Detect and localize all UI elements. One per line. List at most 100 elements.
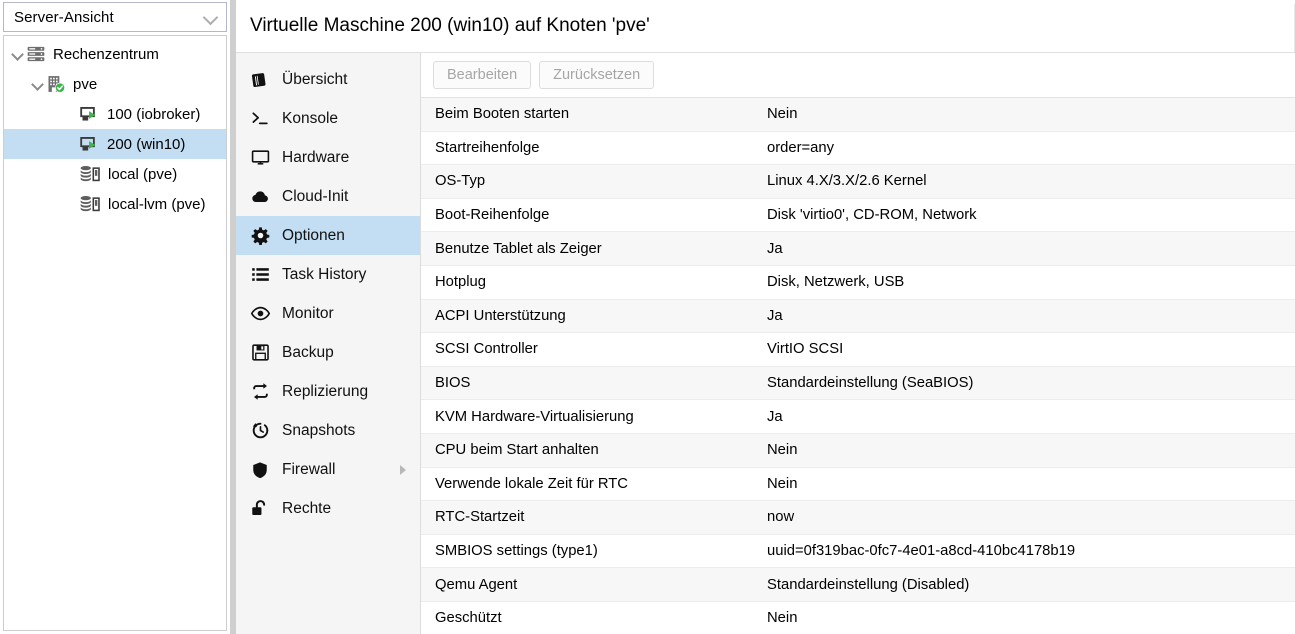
view-selector-label: Server-Ansicht — [14, 8, 114, 26]
tree-expand-icon[interactable] — [10, 46, 26, 62]
option-key: Beim Booten starten — [435, 106, 570, 123]
tree-item-label: local-lvm (pve) — [108, 195, 206, 213]
tree-item-pve[interactable]: pve — [4, 69, 226, 99]
table-row[interactable]: ACPI Unterstützung Ja — [421, 299, 1295, 334]
nav-item-label: Replizierung — [282, 382, 369, 400]
option-key: Hotplug — [435, 274, 487, 291]
nav-item-label: Konsole — [282, 109, 339, 127]
option-value: Ja — [767, 408, 783, 425]
gear-icon — [249, 226, 271, 245]
option-value: Ja — [767, 307, 783, 324]
table-row[interactable]: OS-Typ Linux 4.X/3.X/2.6 Kernel — [421, 165, 1295, 199]
option-key: SCSI Controller — [435, 341, 538, 358]
table-row[interactable]: RTC-Startzeit now — [421, 501, 1295, 535]
option-value: Nein — [767, 106, 798, 123]
panel-body: Übersicht Konsole Hardware Cloud-Init Option… — [236, 53, 1295, 634]
nav-item-label: Übersicht — [282, 70, 348, 88]
option-key: ACPI Unterstützung — [435, 307, 566, 324]
nav-item-task-history[interactable]: Task History — [236, 255, 420, 294]
option-key: BIOS — [435, 375, 471, 392]
option-key: Boot-Reihenfolge — [435, 207, 550, 224]
nav-item-rechte[interactable]: Rechte — [236, 489, 420, 528]
table-row[interactable]: Verwende lokale Zeit für RTC Nein — [421, 468, 1295, 502]
nav-item-snapshots[interactable]: Snapshots — [236, 411, 420, 450]
tree-item-rechenzentrum[interactable]: Rechenzentrum — [4, 39, 226, 69]
options-table: Beim Booten starten Nein Startreihenfolge o… — [421, 98, 1295, 634]
proxmox-app: Server-Ansicht Rechenzentrum pve 100 (iobr… — [0, 0, 1295, 634]
nav-item-replizierung[interactable]: Replizierung — [236, 372, 420, 411]
storage-icon — [79, 193, 101, 215]
nav-item-monitor[interactable]: Monitor — [236, 294, 420, 333]
nav-item-firewall[interactable]: Firewall — [236, 450, 420, 489]
table-row[interactable]: Geschützt Nein — [421, 602, 1295, 634]
tree-expand-icon[interactable] — [30, 76, 46, 92]
tree-item-200-win10[interactable]: 200 (win10) — [4, 129, 226, 159]
tree-collapse-spacer — [63, 136, 79, 152]
tree-item-local-lvm-pve[interactable]: local-lvm (pve) — [4, 189, 226, 219]
tree-collapse-spacer — [63, 166, 79, 182]
vm-running-icon — [79, 104, 100, 125]
chevron-right-icon — [400, 464, 406, 475]
tree-item-local-pve[interactable]: local (pve) — [4, 159, 226, 189]
table-row[interactable]: Qemu Agent Standardeinstellung (Disabled) — [421, 568, 1295, 602]
table-row[interactable]: Hotplug Disk, Netzwerk, USB — [421, 266, 1295, 300]
list-icon — [249, 265, 271, 284]
storage-icon — [79, 163, 101, 185]
table-row[interactable]: Beim Booten starten Nein — [421, 98, 1295, 132]
table-row[interactable]: Startreihenfolge order=any — [421, 132, 1295, 166]
table-row[interactable]: Benutze Tablet als Zeiger Ja — [421, 232, 1295, 266]
option-key: Verwende lokale Zeit für RTC — [435, 475, 628, 492]
resource-tree: Rechenzentrum pve 100 (iobroker) 200 (win10… — [3, 35, 227, 631]
nav-item-label: Snapshots — [282, 421, 356, 439]
nav-item-bersicht[interactable]: Übersicht — [236, 60, 420, 99]
monitor-icon — [249, 148, 271, 167]
eye-icon — [249, 304, 271, 323]
nav-item-label: Rechte — [282, 499, 332, 517]
table-row[interactable]: Boot-Reihenfolge Disk 'virtio0', CD-ROM, … — [421, 199, 1295, 233]
terminal-icon — [249, 109, 271, 128]
tree-item-100-iobroker[interactable]: 100 (iobroker) — [4, 99, 226, 129]
option-value: Nein — [767, 475, 798, 492]
nav-item-label: Task History — [282, 265, 367, 283]
table-row[interactable]: KVM Hardware-Virtualisierung Ja — [421, 400, 1295, 434]
option-value: Nein — [767, 610, 798, 627]
table-row[interactable]: BIOS Standardeinstellung (SeaBIOS) — [421, 366, 1295, 401]
nav-item-label: Backup — [282, 343, 334, 361]
option-value: Disk 'virtio0', CD-ROM, Network — [767, 207, 977, 224]
nav-item-hardware[interactable]: Hardware — [236, 138, 420, 177]
reset-button[interactable]: Zurücksetzen — [539, 61, 655, 89]
tree-collapse-spacer — [63, 106, 79, 122]
option-key: SMBIOS settings (type1) — [435, 543, 598, 560]
book-icon — [249, 71, 271, 89]
nav-item-cloud-init[interactable]: Cloud-Init — [236, 177, 420, 216]
node-online-icon — [46, 74, 66, 94]
tree-item-label: 100 (iobroker) — [107, 105, 201, 123]
nav-item-konsole[interactable]: Konsole — [236, 99, 420, 138]
table-row[interactable]: CPU beim Start anhalten Nein — [421, 433, 1295, 468]
tree-item-label: pve — [73, 75, 98, 93]
nav-item-label: Cloud-Init — [282, 187, 349, 205]
table-row[interactable]: SCSI Controller VirtIO SCSI — [421, 333, 1295, 367]
option-key: Startreihenfolge — [435, 139, 540, 156]
option-value: VirtIO SCSI — [767, 341, 844, 358]
view-selector[interactable]: Server-Ansicht — [3, 2, 227, 32]
tree-item-label: local (pve) — [108, 165, 178, 183]
option-value: Disk, Netzwerk, USB — [767, 274, 905, 291]
nav-item-optionen[interactable]: Optionen — [236, 216, 420, 255]
shield-icon — [249, 461, 271, 479]
nav-item-backup[interactable]: Backup — [236, 333, 420, 372]
option-value: order=any — [767, 139, 835, 156]
option-value: Standardeinstellung (SeaBIOS) — [767, 375, 974, 392]
nav-item-label: Hardware — [282, 148, 350, 166]
tree-item-label: Rechenzentrum — [53, 45, 159, 63]
sidebar: Server-Ansicht Rechenzentrum pve 100 (iobr… — [0, 0, 230, 634]
option-key: Benutze Tablet als Zeiger — [435, 240, 602, 257]
datacenter-icon — [26, 44, 46, 64]
table-row[interactable]: SMBIOS settings (type1) uuid=0f319bac-0fc… — [421, 535, 1295, 569]
vm-running-icon — [79, 134, 100, 155]
edit-button[interactable]: Bearbeiten — [433, 61, 532, 89]
option-value: Linux 4.X/3.X/2.6 Kernel — [767, 173, 927, 190]
option-value: Standardeinstellung (Disabled) — [767, 576, 970, 593]
unlock-icon — [249, 499, 271, 518]
options-content: Bearbeiten Zurücksetzen Beim Booten star… — [421, 53, 1295, 634]
